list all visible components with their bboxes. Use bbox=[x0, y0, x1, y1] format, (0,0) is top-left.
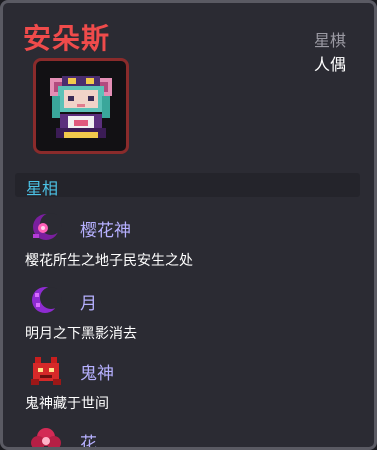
demon-icon bbox=[31, 357, 61, 385]
doll-character-icon bbox=[50, 76, 112, 138]
category-top-label: 星棋 bbox=[313, 31, 346, 50]
character-name: 安朵斯 bbox=[23, 22, 111, 55]
skill-name: 鬼神 bbox=[80, 364, 114, 384]
flower-icon bbox=[31, 428, 61, 447]
skill-name: 樱花神 bbox=[80, 221, 131, 241]
skill-description: 明月之下黑影消去 bbox=[25, 326, 137, 342]
section-title: 星相 bbox=[26, 179, 59, 198]
sakura-moon-icon bbox=[33, 213, 62, 240]
character-info-panel: 安朵斯 星棋 人偶 星相 樱花神 樱花所生之地子民安生之处 月 明月之下黑影消去… bbox=[0, 0, 377, 450]
skill-name: 月 bbox=[80, 294, 97, 314]
category-label: 人偶 bbox=[313, 55, 346, 74]
skill-description: 樱花所生之地子民安生之处 bbox=[25, 253, 193, 269]
crescent-moon-icon bbox=[32, 287, 62, 313]
character-portrait bbox=[33, 58, 129, 154]
skill-name: 花 bbox=[80, 434, 97, 450]
skill-description: 鬼神藏于世间 bbox=[25, 396, 109, 412]
section-header: 星相 bbox=[15, 173, 360, 198]
